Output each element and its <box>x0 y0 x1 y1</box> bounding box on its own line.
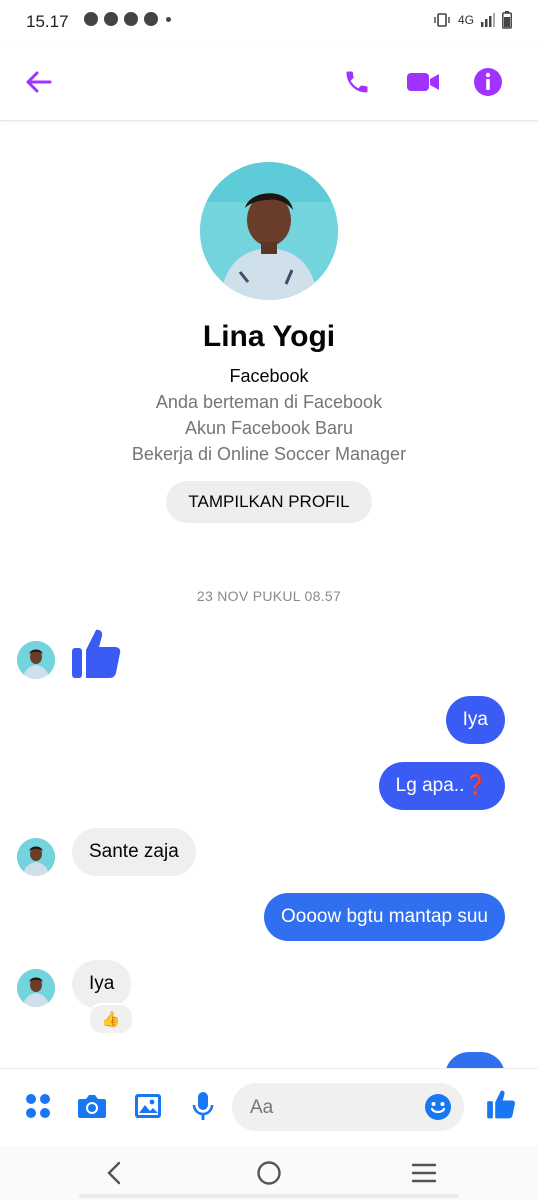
more-actions-button[interactable] <box>23 1091 53 1121</box>
profile-line-friends: Anda berteman di Facebook <box>155 392 383 412</box>
emoji-button[interactable] <box>424 1093 452 1121</box>
system-home-button[interactable] <box>252 1156 286 1190</box>
status-bar: 15.17 4G <box>0 0 538 44</box>
voice-call-button[interactable] <box>339 64 375 100</box>
battery-icon <box>502 11 512 29</box>
status-right: 4G <box>433 11 512 29</box>
profile-line-work: Bekerja di Online Soccer Manager <box>131 444 407 464</box>
message-input[interactable] <box>248 1083 422 1133</box>
message-bubble-incoming[interactable]: Sante zaja <box>72 828 196 876</box>
camera-icon <box>78 1095 106 1118</box>
info-button[interactable] <box>470 64 506 100</box>
message-input-wrapper <box>232 1083 464 1133</box>
contact-profile: Lina Yogi Facebook Anda berteman di Face… <box>0 162 538 523</box>
info-icon <box>474 68 502 96</box>
sync-icon <box>144 12 158 26</box>
message-composer <box>0 1068 538 1147</box>
message-bubble-incoming[interactable]: Iya <box>72 960 132 1008</box>
sender-avatar[interactable] <box>17 838 55 876</box>
notification-icons <box>84 12 171 26</box>
conversation-timestamp: 23 NOV PUKUL 08.57 <box>196 588 342 604</box>
system-back-button[interactable] <box>97 1156 131 1190</box>
arrow-left-icon <box>26 71 52 93</box>
phone-icon <box>346 71 368 93</box>
user-add-icon <box>84 12 98 26</box>
send-like-button[interactable] <box>486 1089 516 1119</box>
gesture-bar <box>79 1194 459 1198</box>
messenger-icon <box>104 12 118 26</box>
sender-avatar[interactable] <box>17 969 55 1007</box>
voice-record-button[interactable] <box>188 1091 218 1121</box>
message-bubble-outgoing[interactable]: Oooow bgtu mantap suu <box>263 893 505 941</box>
contact-source: Facebook <box>229 366 309 386</box>
video-camera-icon <box>407 73 439 91</box>
compass-icon <box>124 12 138 26</box>
like-sticker[interactable] <box>70 626 122 680</box>
signal-icon <box>481 13 495 27</box>
message-bubble-outgoing[interactable]: Lg apa..❓ <box>378 762 505 810</box>
back-chevron-icon <box>107 1161 121 1185</box>
network-type: 4G <box>457 13 474 27</box>
microphone-icon <box>192 1092 214 1120</box>
menu-grid-icon <box>26 1094 50 1118</box>
contact-name: Lina Yogi <box>202 320 336 353</box>
view-profile-button[interactable]: TAMPILKAN PROFIL <box>166 481 372 523</box>
system-recents-button[interactable] <box>407 1156 441 1190</box>
chat-header <box>0 44 538 121</box>
gallery-icon <box>135 1094 161 1118</box>
vibrate-icon <box>434 13 450 27</box>
message-reaction[interactable]: 👍 <box>88 1003 134 1035</box>
gallery-button[interactable] <box>133 1091 163 1121</box>
profile-line-new-account: Akun Facebook Baru <box>184 418 354 438</box>
thumbs-up-icon <box>72 629 121 678</box>
recents-icon <box>411 1163 437 1183</box>
system-navigation-bar <box>0 1146 538 1200</box>
profile-avatar[interactable] <box>200 162 338 300</box>
message-bubble-outgoing[interactable]: Iya <box>445 696 505 744</box>
back-button[interactable] <box>20 64 56 100</box>
home-circle-icon <box>257 1161 281 1185</box>
sender-avatar[interactable] <box>17 641 55 679</box>
status-time: 15.17 <box>26 12 69 31</box>
camera-button[interactable] <box>77 1091 107 1121</box>
video-call-button[interactable] <box>405 64 441 100</box>
thumbs-up-icon <box>487 1090 515 1119</box>
smiley-icon <box>425 1094 451 1120</box>
more-notifications-dot <box>166 16 171 22</box>
